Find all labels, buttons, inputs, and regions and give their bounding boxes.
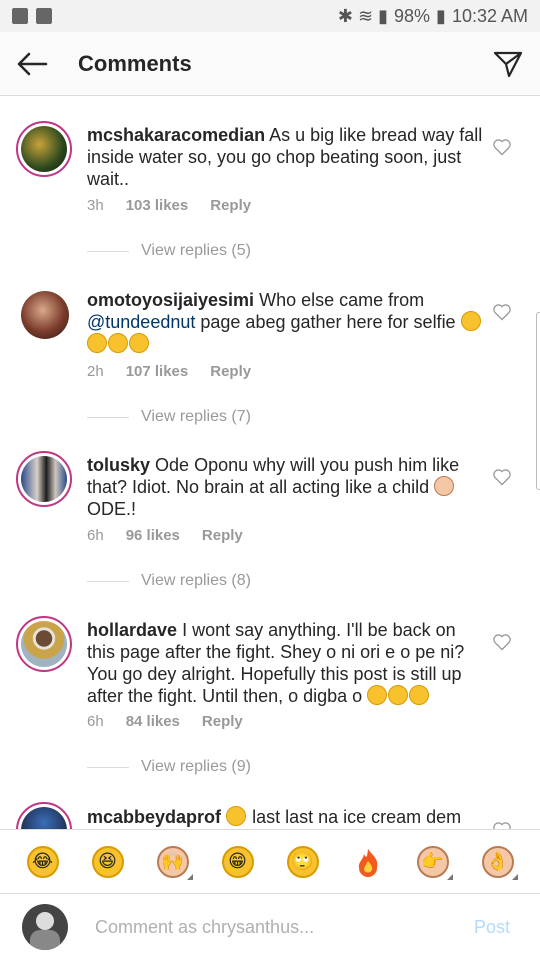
comment-text: tolusky Ode Oponu why will you push him …: [87, 455, 460, 519]
paper-plane-icon: [493, 51, 523, 77]
user-avatar: [22, 904, 68, 950]
back-arrow-icon: [17, 52, 48, 75]
battery-icon: ▮: [436, 5, 446, 26]
divider: [87, 766, 129, 768]
comment-meta: 6h 96 likes Reply: [87, 527, 265, 544]
joy-icon[interactable]: 😆: [91, 845, 124, 878]
share-button[interactable]: [476, 32, 540, 96]
reply-button[interactable]: Reply: [202, 713, 243, 730]
ok-hand-icon[interactable]: 👌: [481, 845, 518, 880]
mention-link[interactable]: @tundeednut: [87, 312, 195, 332]
back-button[interactable]: [0, 32, 64, 96]
comment-username[interactable]: hollardave: [87, 620, 177, 640]
post-button[interactable]: Post: [452, 917, 532, 938]
avatar[interactable]: [16, 616, 72, 672]
fire-icon[interactable]: [352, 846, 384, 878]
view-replies-button[interactable]: View replies (7): [87, 408, 251, 426]
avatar[interactable]: [16, 451, 72, 507]
comment-text: mcshakaracomedian As u big like bread wa…: [87, 125, 483, 189]
person-raising-hand-icon[interactable]: 🙌: [156, 845, 193, 880]
view-replies-button[interactable]: View replies (9): [87, 758, 251, 776]
view-replies-button[interactable]: View replies (8): [87, 572, 251, 590]
clock: 10:32 AM: [451, 5, 528, 26]
likes-count[interactable]: 96 likes: [126, 527, 180, 544]
heart-icon[interactable]: [492, 632, 512, 652]
comment-username[interactable]: tolusky: [87, 455, 150, 475]
heart-icon[interactable]: [492, 467, 512, 487]
header: Comments: [0, 32, 540, 96]
grin-icon[interactable]: 😁: [221, 845, 254, 878]
emoji-joy-icon: [367, 685, 430, 706]
comment-text: omotoyosijaiyesimi Who else came from @t…: [87, 289, 487, 355]
heart-icon[interactable]: [492, 137, 512, 157]
comment-composer: Post: [0, 893, 540, 960]
rofl-icon[interactable]: 😂: [26, 845, 59, 878]
comment-input[interactable]: [95, 916, 452, 938]
reply-button[interactable]: Reply: [202, 527, 243, 544]
reply-button[interactable]: Reply: [210, 363, 251, 380]
rolling-eyes-icon[interactable]: 🙄: [286, 845, 319, 878]
avatar[interactable]: [16, 121, 72, 177]
view-replies-button[interactable]: View replies (5): [87, 242, 251, 260]
avatar[interactable]: [16, 802, 72, 829]
facebook-icon: [12, 8, 28, 24]
comments-list[interactable]: mcshakaracomedian As u big like bread wa…: [0, 97, 540, 829]
comment-meta: 3h 103 likes Reply: [87, 197, 273, 214]
divider: [87, 580, 129, 582]
comment-time: 6h: [87, 527, 104, 544]
emoji-quick-bar: 😂 😆 🙌 😁 🙄 👉 👌: [0, 829, 540, 893]
divider: [87, 250, 129, 252]
comment-username[interactable]: mcabbeydaprof: [87, 807, 221, 827]
scrollbar[interactable]: [536, 312, 540, 490]
status-bar: ✱ ≋ ▮ 98% ▮ 10:32 AM: [0, 0, 540, 32]
emoji-facepalm-icon: [434, 476, 455, 496]
heart-icon[interactable]: [492, 820, 512, 829]
divider: [87, 416, 129, 418]
pointing-hand-icon[interactable]: 👉: [416, 845, 453, 880]
comment-time: 3h: [87, 197, 104, 214]
comment-meta: 2h 107 likes Reply: [87, 363, 273, 380]
page-title: Comments: [78, 50, 192, 76]
likes-count[interactable]: 107 likes: [126, 363, 189, 380]
gallery-icon: [36, 8, 52, 24]
avatar[interactable]: [21, 291, 69, 339]
reply-button[interactable]: Reply: [210, 197, 251, 214]
emoji-sweat-smile-icon: [226, 806, 247, 826]
comment-username[interactable]: mcshakaracomedian: [87, 125, 265, 145]
likes-count[interactable]: 84 likes: [126, 713, 180, 730]
comment-time: 6h: [87, 713, 104, 730]
likes-count[interactable]: 103 likes: [126, 197, 189, 214]
comment-username[interactable]: omotoyosijaiyesimi: [87, 290, 254, 310]
comment-meta: 6h 84 likes Reply: [87, 713, 265, 730]
comment-text: hollardave I wont say anything. I'll be …: [87, 620, 465, 706]
comment-time: 2h: [87, 363, 104, 380]
wifi-icon: ✱ ≋ ▮: [337, 5, 388, 26]
heart-icon[interactable]: [492, 302, 512, 322]
battery-level: 98%: [394, 5, 431, 26]
comment-text: mcabbeydaprof last last na ice cream dem: [87, 806, 462, 827]
